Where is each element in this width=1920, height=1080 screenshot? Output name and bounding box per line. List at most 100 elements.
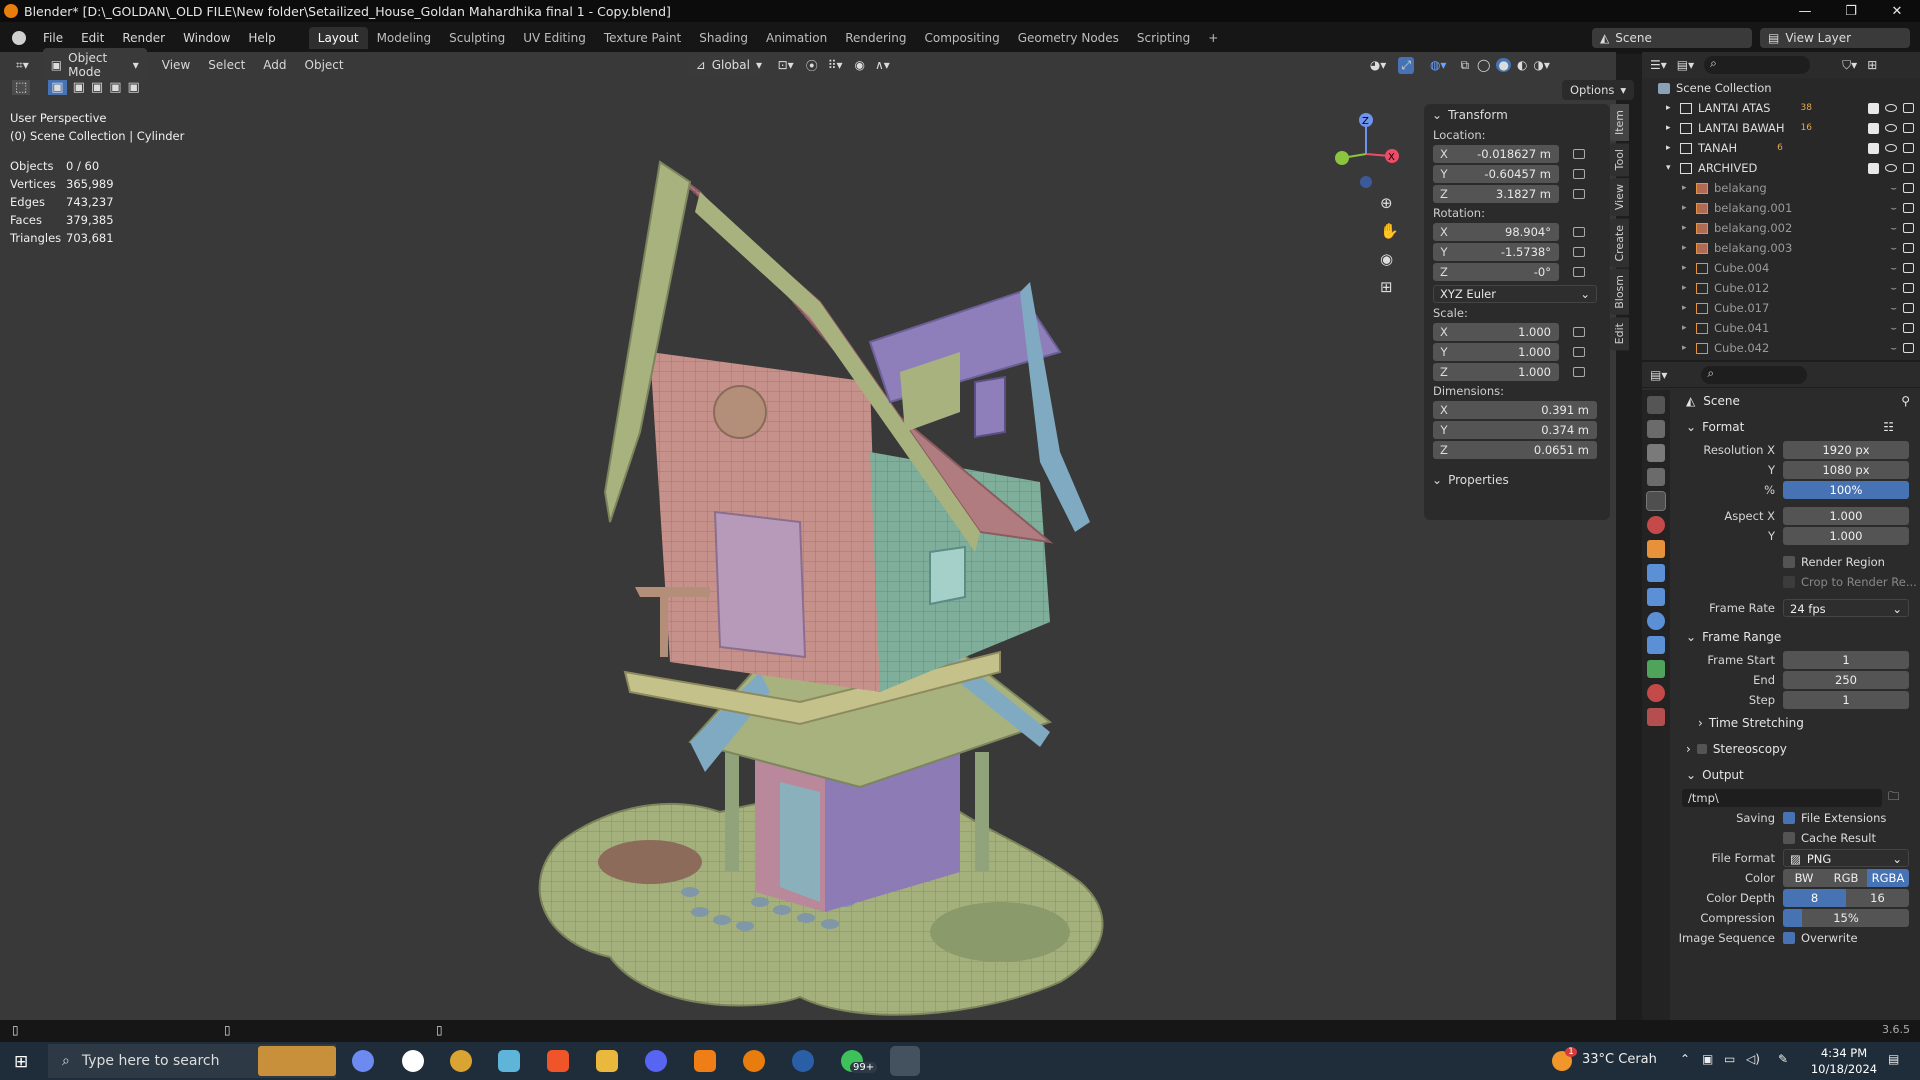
outliner-collection-lantai-bawah[interactable]: ▸ LANTAI BAWAH 16	[1642, 118, 1920, 138]
resolution-percent-slider[interactable]: 100%	[1783, 481, 1909, 499]
hide-icon[interactable]: ⌣	[1890, 303, 1897, 314]
camera-icon[interactable]	[1903, 223, 1914, 233]
hide-icon[interactable]: ⌣	[1890, 183, 1897, 194]
camera-icon[interactable]	[1903, 243, 1914, 253]
rotation-x-row[interactable]: X 98.904°	[1433, 222, 1610, 241]
tab-modeling[interactable]: Modeling	[368, 27, 441, 49]
output-tab-icon[interactable]	[1647, 444, 1665, 462]
tab-item[interactable]: Item	[1610, 104, 1629, 142]
outliner-root[interactable]: Scene Collection	[1642, 78, 1920, 98]
blender-launcher-icon[interactable]	[743, 1050, 765, 1072]
lock-icon[interactable]	[1573, 266, 1585, 277]
hide-icon[interactable]: ⌣	[1890, 263, 1897, 274]
camera-icon[interactable]	[1903, 263, 1914, 273]
menu-file[interactable]: File	[34, 31, 72, 45]
camera-icon[interactable]	[1903, 323, 1914, 333]
format-panel-header[interactable]: ⌄ Format ☷	[1678, 414, 1920, 440]
scene-selector[interactable]: ◭ Scene	[1592, 28, 1752, 48]
rotation-y-field[interactable]: -1.5738°	[1455, 245, 1559, 259]
editor-type-icon[interactable]: ▤▾	[1650, 368, 1667, 382]
scale-z-row[interactable]: Z 1.000	[1433, 362, 1610, 381]
color-rgb-button[interactable]: RGB	[1825, 869, 1867, 887]
output-path-field[interactable]: /tmp\	[1682, 789, 1882, 807]
tab-create[interactable]: Create	[1610, 218, 1629, 268]
pin-icon[interactable]: ⚲	[1901, 394, 1910, 408]
camera-icon[interactable]	[1903, 343, 1914, 353]
menu-view[interactable]: View	[153, 58, 199, 72]
tab-animation[interactable]: Animation	[757, 27, 836, 49]
gizmo-neg-z[interactable]	[1360, 176, 1372, 188]
camera-icon[interactable]	[1903, 163, 1914, 173]
outliner-collection-tanah[interactable]: ▸ TANAH 6	[1642, 138, 1920, 158]
view-layer-tab-icon[interactable]	[1647, 468, 1665, 486]
scale-x-row[interactable]: X 1.000	[1433, 322, 1610, 341]
outliner-object-row[interactable]: ▸ Cube.012 ⌣	[1642, 278, 1920, 298]
frame-rate-dropdown[interactable]: 24 fps ⌄	[1783, 599, 1909, 617]
color-rgba-button[interactable]: RGBA	[1867, 869, 1909, 887]
close-icon[interactable]: ✕	[1874, 4, 1920, 19]
lock-icon[interactable]	[1573, 148, 1585, 159]
vlc-icon[interactable]	[694, 1050, 716, 1072]
outliner-object-row[interactable]: ▸ Cube.004 ⌣	[1642, 258, 1920, 278]
menu-add[interactable]: Add	[254, 58, 295, 72]
falloff-icon[interactable]: ∧▾	[875, 58, 890, 72]
windows-start-icon[interactable]: ⊞	[14, 1052, 28, 1072]
lock-icon[interactable]	[1573, 366, 1585, 377]
gizmo-toggle-icon[interactable]: ⤢	[1398, 56, 1414, 74]
dimensions-z-row[interactable]: Z 0.0651 m	[1433, 440, 1610, 459]
weather-text[interactable]: 33°C Cerah	[1582, 1052, 1657, 1067]
properties-header[interactable]: ⌄ Properties	[1424, 469, 1610, 491]
frame-start-field[interactable]: 1	[1783, 651, 1909, 669]
rotation-z-row[interactable]: Z -0°	[1433, 262, 1610, 281]
select-invert-icon[interactable]: ▣	[109, 80, 121, 95]
crop-checkbox[interactable]	[1783, 576, 1795, 588]
menu-edit[interactable]: Edit	[72, 31, 113, 45]
camera-icon[interactable]	[1903, 123, 1914, 133]
proportional-edit-icon[interactable]: ◉	[855, 58, 865, 72]
exclude-checkbox[interactable]	[1868, 142, 1879, 154]
color-bw-button[interactable]: BW	[1783, 869, 1825, 887]
filter-icon[interactable]: ⛉▾	[1842, 58, 1857, 73]
hide-icon[interactable]: ⌣	[1890, 343, 1897, 354]
tab-layout[interactable]: Layout	[308, 27, 368, 49]
display-mode-icon[interactable]: ▤▾	[1677, 58, 1694, 72]
camera-icon[interactable]	[1903, 183, 1914, 193]
options-dropdown[interactable]: Options ▾	[1562, 80, 1635, 100]
tab-tool[interactable]: Tool	[1610, 143, 1629, 177]
object-mode-dropdown[interactable]: ▣ Object Mode ▾	[42, 48, 147, 82]
outliner-object-row[interactable]: ▸ belakang ⌣	[1642, 178, 1920, 198]
shading-rendered-icon[interactable]: ◑▾	[1533, 58, 1550, 72]
folder-icon[interactable]: 🗀	[1888, 789, 1900, 808]
output-panel-header[interactable]: ⌄ Output	[1678, 762, 1920, 788]
teamviewer-icon[interactable]	[402, 1050, 424, 1072]
tab-texture-paint[interactable]: Texture Paint	[595, 27, 690, 49]
tab-uv-editing[interactable]: UV Editing	[514, 27, 595, 49]
volume-icon[interactable]: ◁)	[1746, 1052, 1760, 1066]
location-x-field[interactable]: -0.018627 m	[1455, 147, 1559, 161]
outliner-object-row[interactable]: ▸ Cube.042 ⌣	[1642, 338, 1920, 358]
dimensions-x-row[interactable]: X 0.391 m	[1433, 400, 1610, 419]
search-input[interactable]: ⌕	[1701, 365, 1808, 384]
steam-icon[interactable]	[792, 1050, 814, 1072]
camera-view-icon[interactable]: ◉	[1380, 250, 1399, 268]
tab-geometry-nodes[interactable]: Geometry Nodes	[1009, 27, 1128, 49]
exclude-checkbox[interactable]	[1868, 102, 1879, 114]
location-y-row[interactable]: Y -0.60457 m	[1433, 164, 1610, 183]
camera-icon[interactable]	[1903, 203, 1914, 213]
scale-z-field[interactable]: 1.000	[1455, 365, 1559, 379]
eye-icon[interactable]	[1885, 164, 1897, 172]
file-extensions-checkbox[interactable]	[1783, 812, 1795, 824]
tab-edit[interactable]: Edit	[1610, 316, 1629, 351]
render-tab-icon[interactable]	[1647, 420, 1665, 438]
menu-help[interactable]: Help	[239, 31, 284, 45]
data-tab-icon[interactable]	[1647, 660, 1665, 678]
select-extend-icon[interactable]: ▣	[73, 80, 85, 95]
camera-icon[interactable]	[1903, 103, 1914, 113]
transform-orientation-dropdown[interactable]: ⊿ Global ▾	[687, 55, 764, 75]
add-workspace-icon[interactable]: +	[1199, 27, 1227, 49]
scale-y-field[interactable]: 1.000	[1455, 345, 1559, 359]
hide-icon[interactable]: ⌣	[1890, 203, 1897, 214]
hide-icon[interactable]: ⌣	[1890, 283, 1897, 294]
lock-icon[interactable]	[1573, 346, 1585, 357]
color-depth-8-button[interactable]: 8	[1783, 889, 1846, 907]
